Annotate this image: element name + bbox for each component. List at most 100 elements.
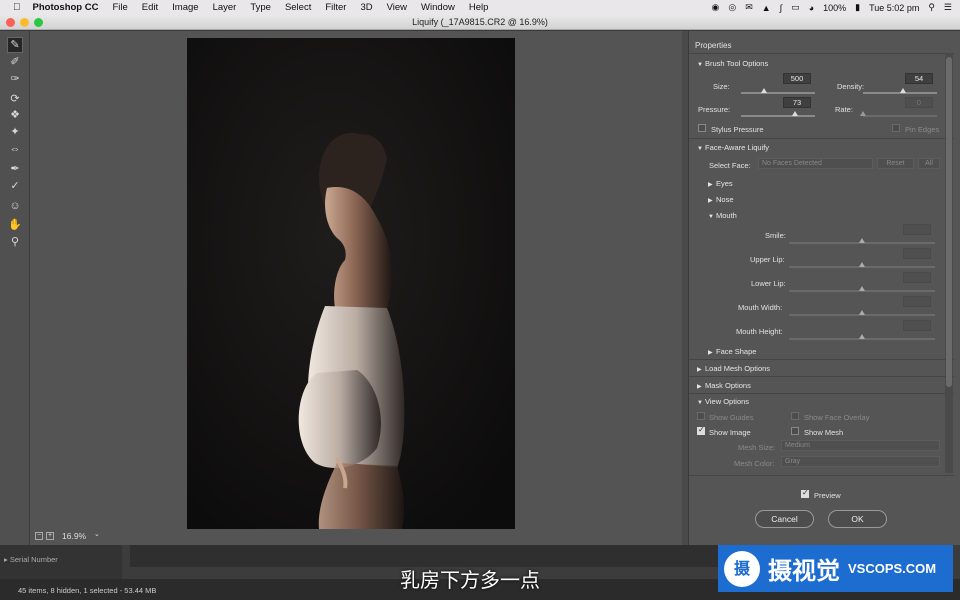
- load-mesh-options-header[interactable]: ▶ Load Mesh Options: [697, 364, 770, 373]
- density-input[interactable]: 54: [905, 73, 933, 84]
- pin-edges-checkbox: [892, 124, 900, 132]
- brush-tool-options-header[interactable]: ▼ Brush Tool Options: [697, 59, 768, 68]
- preview-canvas[interactable]: − + 16.9% ⌄: [30, 31, 682, 545]
- stylus-pressure-label: Stylus Pressure: [711, 125, 764, 134]
- liquify-dialog: ✎ ✐ ✑ ⟳ ❖ ✦ ⇔ ✒ ✓ ☺ ✋ ⚲ − + 16.9% ⌄ Prop…: [0, 31, 960, 545]
- mask-options-header[interactable]: ▶ Mask Options: [697, 381, 751, 390]
- push-left-tool-icon[interactable]: ⇔: [8, 142, 22, 156]
- pressure-slider[interactable]: [741, 111, 815, 117]
- zoom-dropdown-chevron-icon[interactable]: ⌄: [94, 530, 100, 538]
- pressure-input[interactable]: 73: [783, 97, 811, 108]
- show-guides-checkbox: [697, 412, 705, 420]
- menu-help[interactable]: Help: [469, 2, 489, 13]
- mouth-width-slider: [789, 310, 935, 316]
- show-face-overlay-checkbox: [791, 412, 799, 420]
- menu-select[interactable]: Select: [285, 2, 311, 13]
- expanded-triangle-icon: ▼: [697, 400, 703, 406]
- menu-3d[interactable]: 3D: [360, 2, 372, 13]
- collapsed-triangle-icon: ▶: [697, 367, 702, 373]
- wifi-icon[interactable]: ◕: [809, 3, 814, 13]
- menu-layer[interactable]: Layer: [213, 2, 237, 13]
- size-input[interactable]: 500: [783, 73, 811, 84]
- eye-icon[interactable]: ◎: [728, 2, 736, 13]
- panel-scrollbar[interactable]: [945, 53, 953, 473]
- twirl-clockwise-tool-icon[interactable]: ⟳: [8, 92, 22, 106]
- lower-lip-slider-knob: [859, 286, 865, 291]
- mouth-height-label: Mouth Height:: [736, 327, 783, 336]
- record-icon[interactable]: ◉: [712, 2, 720, 13]
- mail-icon[interactable]: ✉: [745, 2, 753, 13]
- lower-lip-label: Lower Lip:: [751, 279, 786, 288]
- pucker-tool-icon[interactable]: ❖: [8, 108, 22, 122]
- hand-tool-icon[interactable]: ✋: [8, 218, 22, 232]
- freeze-mask-tool-icon[interactable]: ✒: [8, 162, 22, 176]
- zoom-in-icon[interactable]: +: [46, 532, 54, 540]
- preview-checkbox[interactable]: [801, 488, 809, 498]
- zoom-out-icon[interactable]: −: [35, 532, 43, 540]
- preview-image[interactable]: [187, 38, 515, 529]
- reset-button: Reset: [877, 158, 914, 169]
- show-image-checkbox[interactable]: [697, 425, 705, 435]
- show-mesh-checkbox[interactable]: [791, 427, 799, 435]
- minimize-window-icon[interactable]: [20, 18, 29, 27]
- size-slider[interactable]: [741, 88, 815, 94]
- reconstruct-tool-icon[interactable]: ✐: [8, 55, 22, 69]
- face-shape-section[interactable]: ▶ Face Shape: [708, 347, 756, 356]
- bluetooth-icon[interactable]: ∫: [780, 3, 782, 13]
- zoom-level[interactable]: 16.9%: [62, 531, 86, 541]
- collapsed-triangle-icon: ▶: [708, 350, 713, 356]
- nose-section[interactable]: ▶ Nose: [708, 195, 734, 204]
- watermark-logo: 摄 摄视觉 VSCOPS.COM: [718, 545, 953, 592]
- face-aware-liquify-header[interactable]: ▼ Face-Aware Liquify: [697, 143, 769, 152]
- drive-icon[interactable]: ▲: [762, 3, 771, 13]
- clock[interactable]: Tue 5:02 pm: [869, 3, 919, 13]
- notification-center-icon[interactable]: ☰: [944, 2, 952, 13]
- rate-slider-knob: [860, 111, 866, 116]
- menu-app-name[interactable]: Photoshop CC: [33, 2, 99, 13]
- battery-icon[interactable]: ▮: [855, 2, 860, 13]
- upper-lip-input: [903, 248, 931, 259]
- menu-filter[interactable]: Filter: [325, 2, 346, 13]
- zoom-window-icon[interactable]: [34, 18, 43, 27]
- smile-label: Smile:: [765, 231, 786, 240]
- smile-slider-knob: [859, 238, 865, 243]
- preview-label: Preview: [814, 491, 841, 500]
- smooth-tool-icon[interactable]: ✑: [8, 72, 22, 86]
- view-options-header[interactable]: ▼ View Options: [697, 397, 749, 406]
- airplay-icon[interactable]: ▭: [791, 2, 800, 13]
- show-face-overlay-label: Show Face Overlay: [804, 413, 870, 422]
- menu-type[interactable]: Type: [250, 2, 271, 13]
- face-tool-icon[interactable]: ☺: [8, 199, 22, 213]
- size-slider-knob[interactable]: [761, 88, 767, 93]
- mesh-color-label: Mesh Color:: [734, 459, 775, 468]
- serial-number-label[interactable]: ▸ Serial Number: [4, 555, 58, 564]
- menu-bar:  Photoshop CC File Edit Image Layer Typ…: [0, 0, 960, 15]
- close-window-icon[interactable]: [6, 18, 15, 27]
- mouth-width-label: Mouth Width:: [738, 303, 783, 312]
- battery-percent[interactable]: 100%: [823, 3, 846, 13]
- eyes-section[interactable]: ▶ Eyes: [708, 179, 733, 188]
- panel-title: Properties: [695, 41, 732, 50]
- apple-icon[interactable]: : [13, 2, 21, 13]
- pressure-slider-knob[interactable]: [792, 111, 798, 116]
- thaw-mask-tool-icon[interactable]: ✓: [8, 179, 22, 193]
- bloat-tool-icon[interactable]: ✦: [8, 125, 22, 139]
- ok-button[interactable]: OK: [828, 510, 887, 528]
- zoom-tool-icon[interactable]: ⚲: [8, 235, 22, 249]
- mouth-width-input: [903, 296, 931, 307]
- density-slider-knob[interactable]: [900, 88, 906, 93]
- stylus-pressure-checkbox[interactable]: [698, 124, 706, 132]
- menu-image[interactable]: Image: [172, 2, 198, 13]
- mouth-section[interactable]: ▼ Mouth: [708, 211, 737, 220]
- cancel-button[interactable]: Cancel: [755, 510, 814, 528]
- forward-warp-tool-icon[interactable]: ✎: [7, 37, 23, 53]
- density-slider[interactable]: [863, 88, 937, 94]
- collapsed-triangle-icon: ▶: [708, 198, 713, 204]
- menu-file[interactable]: File: [112, 2, 127, 13]
- menu-window[interactable]: Window: [421, 2, 455, 13]
- menu-edit[interactable]: Edit: [142, 2, 158, 13]
- video-subtitle: 乳房下方多一点: [400, 568, 540, 592]
- menu-view[interactable]: View: [387, 2, 407, 13]
- panel-scrollbar-thumb[interactable]: [946, 57, 952, 387]
- spotlight-search-icon[interactable]: ⚲: [928, 2, 935, 13]
